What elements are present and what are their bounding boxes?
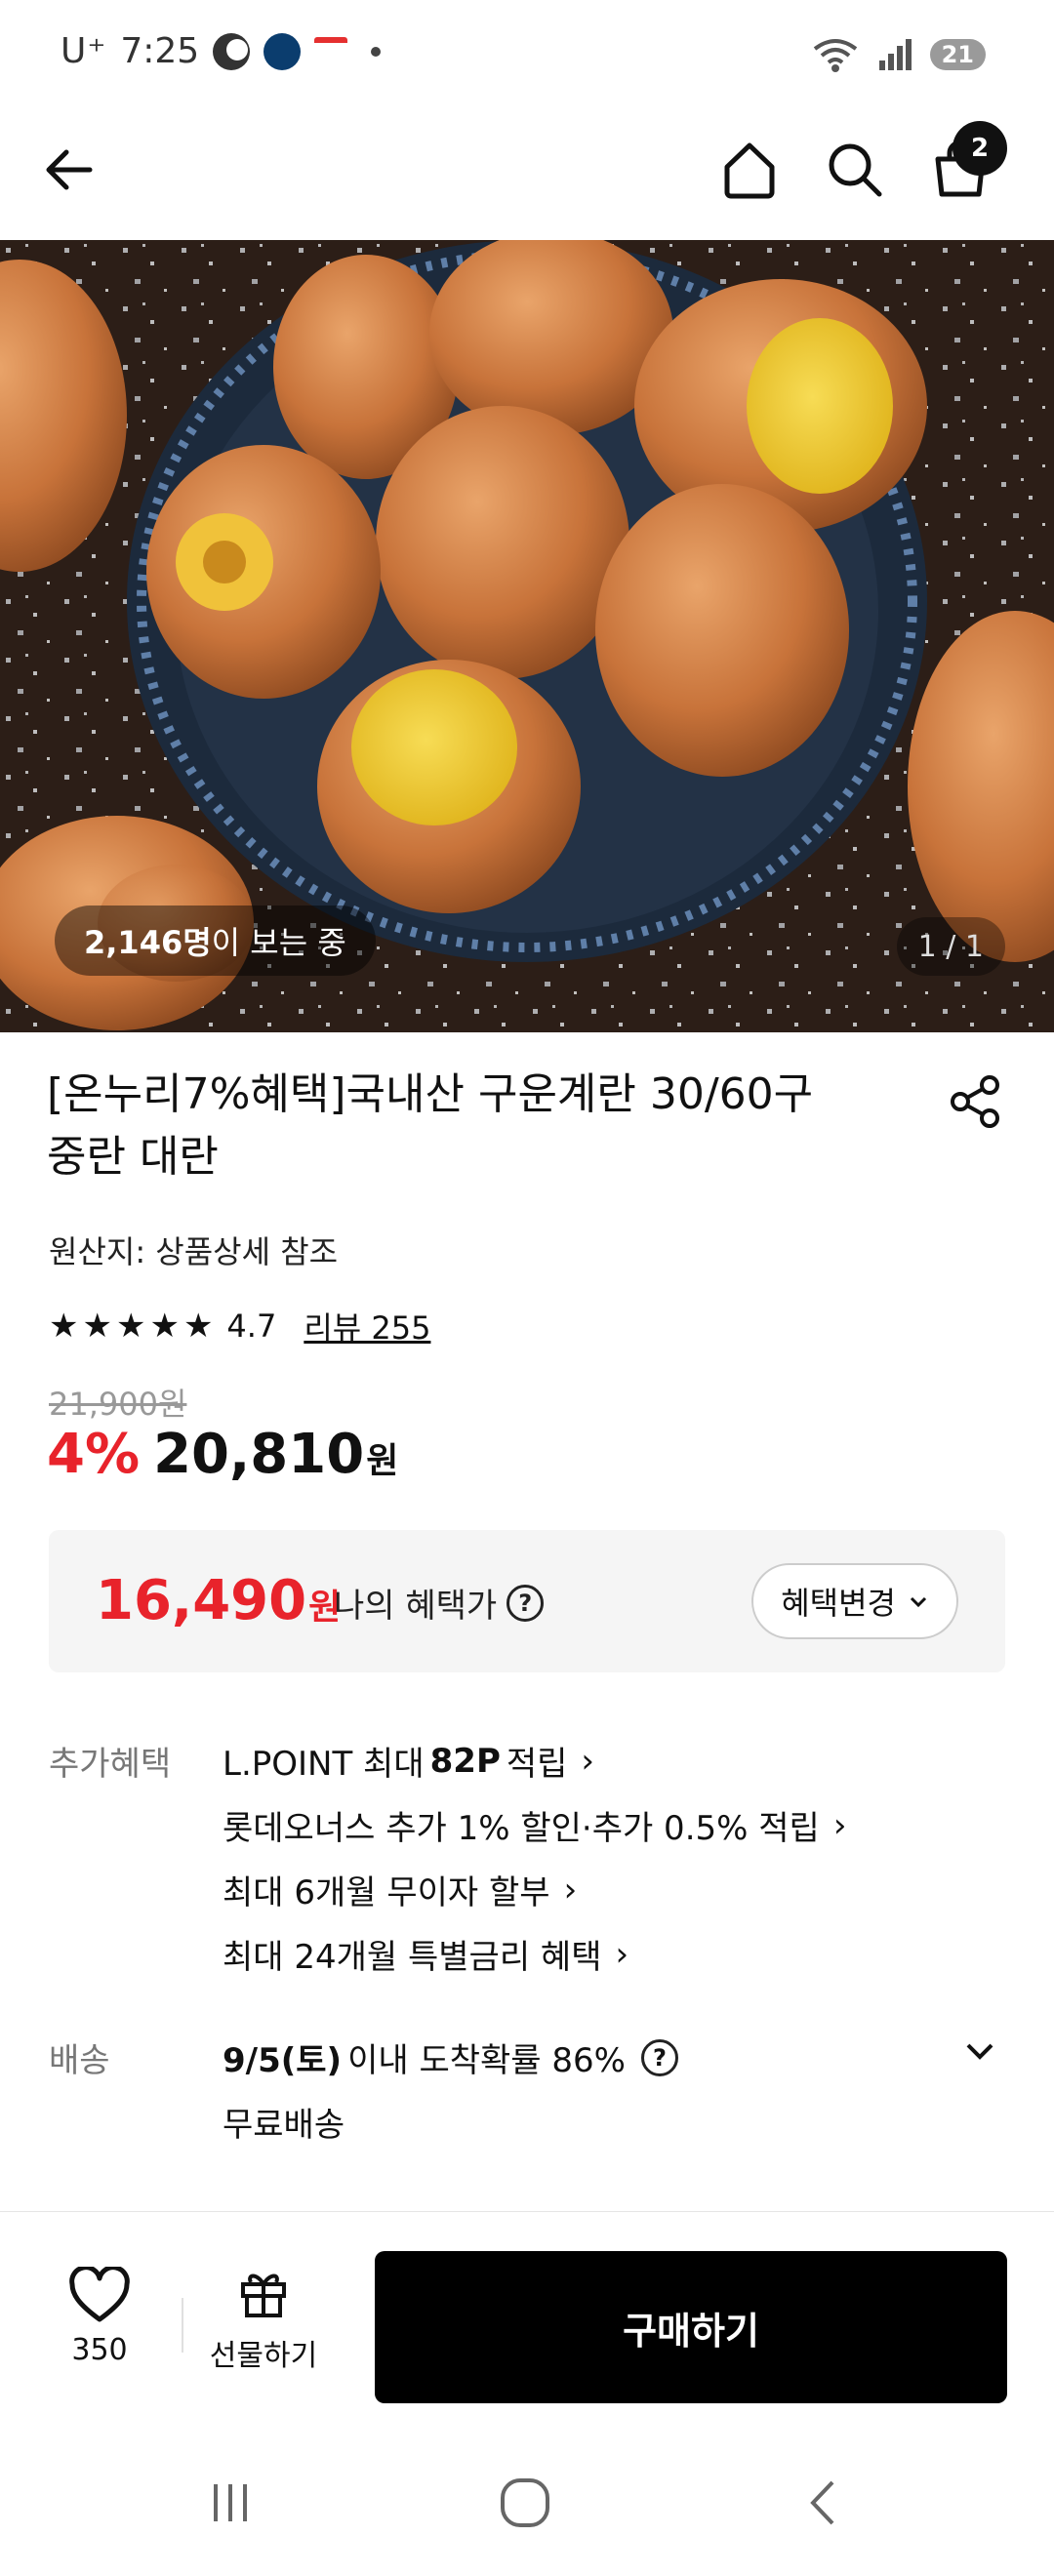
viewers-badge: 2,146명 이 보는 중 [55,906,376,976]
product-title-line1: [온누리7%혜택]국내산 구운계란 30/60구 [47,1069,814,1119]
viewers-count: 2,146명 [84,924,212,961]
notification-app-icon [314,36,348,66]
special-rate-benefit-link[interactable]: 최대 24개월 특별금리 혜택 › [223,1930,628,1978]
my-benefit-price-box: 16,490 원 나의 혜택가 ? 혜택변경 [49,1530,1005,1672]
benefit-label-row: 나의 혜택가 ? [334,1579,545,1627]
help-icon[interactable]: ? [640,2038,678,2076]
star-icon: ★ [82,1307,112,1346]
rating-row: ★ ★ ★ ★ ★ 4.7 리뷰 255 [49,1304,430,1348]
extra-benefits-label: 추가혜택 [49,1745,172,1784]
rating-value: 4.7 [226,1308,277,1345]
sale-price: 20,810 [153,1423,365,1486]
gift-label: 선물하기 [209,2339,318,2373]
chevron-down-icon [966,2043,993,2060]
price-unit: 원 [366,1441,399,1481]
lotte-owners-text: 롯데오너스 추가 1% 할인·추가 0.5% 적립 [223,1809,820,1848]
disney-app-icon [264,32,302,70]
price-row: 4% 20,810 원 [47,1423,398,1486]
delivery-date: 9/5(토) [223,2041,343,2080]
chevron-right-icon: › [581,1741,595,1781]
search-icon [829,143,882,197]
search-button[interactable] [816,131,894,209]
heart-icon [69,2265,130,2322]
carrier-label: U⁺ [61,31,107,71]
viewers-suffix: 이 보는 중 [211,924,346,961]
battery-indicator: 21 [929,39,986,70]
special-rate-text: 최대 24개월 특별금리 혜택 [223,1938,602,1977]
cart-button[interactable]: 2 [921,121,1007,209]
lpoint-points: 82P [429,1741,501,1781]
home-nav-button[interactable] [476,2469,574,2537]
installment-benefit-link[interactable]: 최대 6개월 무이자 할부 › [223,1866,577,1913]
benefit-price-value: 16,490 [96,1569,307,1632]
share-icon [951,1075,999,1128]
recent-apps-icon [214,2484,247,2521]
delivery-estimate: 9/5(토) 이내 도착확률 86% ? [223,2033,678,2081]
more-notifications-dot-icon [371,46,382,57]
product-title-line2: 중란 대란 [47,1132,219,1182]
help-icon[interactable]: ? [507,1584,545,1622]
chevron-right-icon: › [615,1934,629,1974]
lotte-owners-benefit-link[interactable]: 롯데오너스 추가 1% 할인·추가 0.5% 적립 › [223,1801,846,1849]
gift-button[interactable]: 선물하기 [195,2267,332,2374]
chevron-down-icon [910,1596,927,1608]
product-title: [온누리7%혜택]국내산 구운계란 30/60구 중란 대란 [47,1064,906,1188]
wifi-icon [813,39,857,72]
half-star-icon: ★ [182,1307,214,1346]
signal-icon [878,39,912,70]
moon-icon [213,32,251,70]
delivery-probability: 이내 도착확률 86% [347,2041,626,2080]
free-shipping: 무료배송 [223,2106,345,2145]
buy-button[interactable]: 구매하기 [375,2251,1007,2403]
wishlist-count: 350 [71,2333,128,2367]
review-link[interactable]: 리뷰 255 [304,1304,430,1348]
back-button[interactable] [29,131,107,209]
discount-rate: 4% [47,1423,141,1486]
top-app-bar: 2 [0,109,1054,240]
star-icon: ★ [49,1307,79,1346]
rating-stars: ★ ★ ★ ★ ★ [49,1309,213,1343]
installment-text: 최대 6개월 무이자 할부 [223,1873,550,1912]
shipping-label: 배송 [49,2041,110,2080]
image-counter: 1 / 1 [896,917,1005,976]
home-button[interactable] [710,131,789,209]
lpoint-post: 적립 [506,1745,568,1784]
clock: 7:25 [120,31,200,71]
back-nav-button[interactable] [775,2469,872,2537]
wishlist-button[interactable]: 350 [39,2265,160,2367]
back-arrow-icon [46,149,93,190]
chevron-right-icon: › [832,1805,847,1845]
divider [182,2298,183,2353]
lpoint-benefit-link[interactable]: L.POINT 최대 82P 적립 › [223,1737,594,1785]
benefit-label: 나의 혜택가 [334,1587,498,1626]
home-circle-icon [501,2478,549,2527]
gift-icon [241,2274,286,2317]
change-benefit-label: 혜택변경 [781,1585,896,1622]
bottom-action-bar: 350 선물하기 구매하기 [0,2211,1054,2430]
share-button[interactable] [947,1073,1003,1134]
lpoint-pre: L.POINT 최대 [223,1745,425,1784]
shipping-expand-button[interactable] [962,2033,997,2073]
back-chevron-icon [810,2480,834,2525]
product-image[interactable]: 2,146명 이 보는 중 1 / 1 [0,240,1054,1032]
system-navigation-bar [0,2430,1054,2576]
star-icon: ★ [149,1307,180,1346]
status-bar: U⁺ 7:25 21 [0,0,1054,109]
star-icon: ★ [115,1307,146,1346]
chevron-right-icon: › [563,1870,578,1910]
home-icon [724,142,775,199]
original-price: 21,900원 [49,1386,187,1423]
change-benefit-button[interactable]: 혜택변경 [751,1563,958,1639]
cart-count-badge: 2 [953,121,1007,176]
recent-apps-button[interactable] [182,2469,279,2537]
benefit-price: 16,490 원 [96,1569,341,1632]
origin-info: 원산지: 상품상세 참조 [49,1233,339,1270]
